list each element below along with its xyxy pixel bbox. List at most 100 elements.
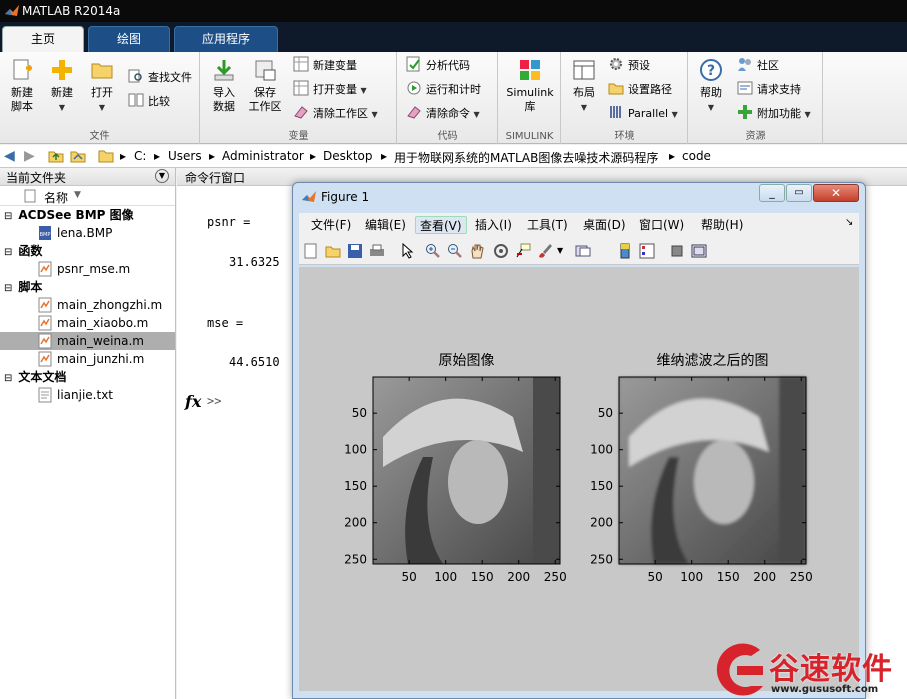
new-figure-icon[interactable] xyxy=(303,243,319,259)
save-icon[interactable] xyxy=(347,243,363,259)
set-path-button[interactable]: 设置路径 xyxy=(608,80,672,100)
data-cursor-icon[interactable] xyxy=(515,243,531,259)
figure-canvas[interactable]: 原始图像 50 100 150 200 250 50 100 150 200 250 维纳滤波之后的图… xyxy=(299,267,859,691)
figure-menu-item[interactable]: 帮助(H) xyxy=(697,216,747,234)
command-prompt[interactable]: >> xyxy=(207,394,221,408)
file-item[interactable]: main_xiaobo.m xyxy=(0,314,175,332)
brush-dropdown-icon[interactable]: ▼ xyxy=(557,246,563,255)
folder-section[interactable]: ⊟ 脚本 xyxy=(0,278,175,296)
community-button[interactable]: 社区 xyxy=(737,56,779,76)
simulink-library-button[interactable]: Simulink 库 xyxy=(503,58,557,114)
figure-menu-item[interactable]: 编辑(E) xyxy=(361,216,410,234)
link-plot-icon[interactable] xyxy=(575,243,591,259)
collapse-toggle-icon[interactable]: ⊟ xyxy=(4,373,12,384)
open-variable-button[interactable]: 打开变量 ▼ xyxy=(293,80,367,100)
rotate-3d-icon[interactable] xyxy=(493,243,509,259)
run-and-time-button[interactable]: 运行和计时 xyxy=(406,80,481,100)
tab-apps[interactable]: 应用程序 xyxy=(174,26,278,52)
folder-section[interactable]: ⊟ 函数 xyxy=(0,242,175,260)
folder-section-label: 函数 xyxy=(18,244,43,258)
figure-window[interactable]: Figure 1 _ ▭ ✕ 文件(F) 编辑(E) 查看(V) 插入(I) 工具(T)… xyxy=(292,182,866,699)
folder-section[interactable]: ⊟ ACDSee BMP 图像 xyxy=(0,206,175,224)
zoom-out-icon[interactable] xyxy=(447,243,463,259)
x-tick-label: 200 xyxy=(753,570,776,584)
figure-menu-item[interactable]: 桌面(D) xyxy=(579,216,630,234)
path-segment-project[interactable]: 用于物联网系统的MATLAB图像去噪技术源码程序 xyxy=(394,149,658,166)
path-segment-drive[interactable]: C: xyxy=(134,149,146,163)
file-item[interactable]: main_zhongzhi.m xyxy=(0,296,175,314)
new-script-button[interactable]: 新建 脚本 xyxy=(4,58,40,114)
save-workspace-button[interactable]: 保存 工作区 xyxy=(245,58,285,114)
path-segment-users[interactable]: Users xyxy=(168,149,202,163)
figure-title: Figure 1 xyxy=(321,190,370,204)
help-button[interactable]: ? 帮助 ▼ xyxy=(693,58,729,115)
clear-commands-button[interactable]: 清除命令 ▼ xyxy=(406,104,480,124)
axes[interactable]: 维纳滤波之后的图 50 100 150 200 250 50 100 150 200 250 xyxy=(590,353,813,584)
new-button[interactable]: 新建 ▼ xyxy=(44,58,80,115)
layout-icon xyxy=(573,60,595,80)
compare-button[interactable]: 比较 xyxy=(128,92,170,112)
collapse-toggle-icon[interactable]: ⊟ xyxy=(4,247,12,258)
analyze-code-button[interactable]: 分析代码 xyxy=(406,56,470,76)
colorbar-icon[interactable] xyxy=(617,243,633,259)
open-file-icon[interactable] xyxy=(325,243,341,259)
file-item[interactable]: psnr_mse.m xyxy=(0,260,175,278)
path-segment-code[interactable]: code xyxy=(682,149,711,163)
open-button[interactable]: 打开 ▼ xyxy=(84,58,120,115)
show-tools-icon[interactable] xyxy=(691,243,707,259)
browse-folder-icon[interactable] xyxy=(70,148,86,164)
request-support-button[interactable]: 请求支持 xyxy=(737,80,801,100)
path-segment-administrator[interactable]: Administrator xyxy=(222,149,304,163)
figure-menu-item[interactable]: 文件(F) xyxy=(307,216,355,234)
import-data-button[interactable]: 导入 数据 xyxy=(205,58,243,114)
parallel-button[interactable]: Parallel ▼ xyxy=(608,104,678,124)
preferences-button[interactable]: 预设 xyxy=(608,56,650,76)
menu-overflow-icon[interactable]: ↘ xyxy=(845,217,853,228)
folder-section[interactable]: ⊟ 文本文档 xyxy=(0,368,175,386)
forward-arrow-icon[interactable]: ▶ xyxy=(24,148,35,164)
file-item[interactable]: lianjie.txt xyxy=(0,386,175,404)
find-files-button[interactable]: 查找文件 xyxy=(128,68,192,88)
x-tick-label: 250 xyxy=(790,570,813,584)
clear-workspace-button[interactable]: 清除工作区 ▼ xyxy=(293,104,378,124)
figure-menu-item[interactable]: 查看(V) xyxy=(415,216,467,234)
figure-menu-item[interactable]: 窗口(W) xyxy=(635,216,688,234)
legend-icon[interactable] xyxy=(639,243,655,259)
ribbon-group-resources: ? 帮助 ▼ 社区 请求支持 附加功能 ▼ 资源 xyxy=(689,52,823,144)
tab-home[interactable]: 主页 xyxy=(2,26,84,52)
address-bar: ◀ ▶ ▸ C: ▸ Users ▸ Administrator ▸ Deskt… xyxy=(0,145,907,168)
collapse-toggle-icon[interactable]: ⊟ xyxy=(4,283,12,294)
collapse-toggle-icon[interactable]: ⊟ xyxy=(4,211,12,222)
panel-options-icon[interactable]: ▼ xyxy=(155,169,169,183)
pan-hand-icon[interactable] xyxy=(469,243,485,259)
figure-menu-item[interactable]: 插入(I) xyxy=(471,216,516,234)
x-tick-label: 150 xyxy=(471,570,494,584)
pointer-icon[interactable] xyxy=(399,243,415,259)
close-button[interactable]: ✕ xyxy=(813,184,859,202)
y-tick-label: 150 xyxy=(590,479,613,493)
print-icon[interactable] xyxy=(369,243,385,259)
brush-icon[interactable] xyxy=(537,243,553,259)
axes[interactable]: 原始图像 50 100 150 200 250 50 100 150 200 250 xyxy=(344,353,567,584)
figure-menu-item[interactable]: 工具(T) xyxy=(523,216,572,234)
file-item[interactable]: main_junzhi.m xyxy=(0,350,175,368)
hide-tools-icon[interactable] xyxy=(669,243,685,259)
file-item[interactable]: main_weina.m xyxy=(0,332,175,350)
environment-group-label: 环境 xyxy=(614,131,635,142)
resources-group-label: 资源 xyxy=(745,131,766,142)
file-item[interactable]: BMP lena.BMP xyxy=(0,224,175,242)
layout-button[interactable]: 布局 ▼ xyxy=(566,58,602,115)
name-column-header[interactable]: 名称 ▼ xyxy=(0,186,175,206)
svg-text:BMP: BMP xyxy=(40,232,51,238)
new-variable-button[interactable]: 新建变量 xyxy=(293,56,357,76)
maximize-button[interactable]: ▭ xyxy=(786,184,812,202)
y-tick-label: 100 xyxy=(344,443,367,457)
minimize-button[interactable]: _ xyxy=(759,184,785,202)
tab-plots[interactable]: 绘图 xyxy=(88,26,170,52)
back-arrow-icon[interactable]: ◀ xyxy=(4,148,15,164)
fx-icon[interactable]: fx xyxy=(185,392,201,411)
path-segment-desktop[interactable]: Desktop xyxy=(323,149,373,163)
zoom-in-icon[interactable] xyxy=(425,243,441,259)
add-ons-button[interactable]: 附加功能 ▼ xyxy=(737,104,811,124)
up-folder-icon[interactable] xyxy=(48,148,64,164)
